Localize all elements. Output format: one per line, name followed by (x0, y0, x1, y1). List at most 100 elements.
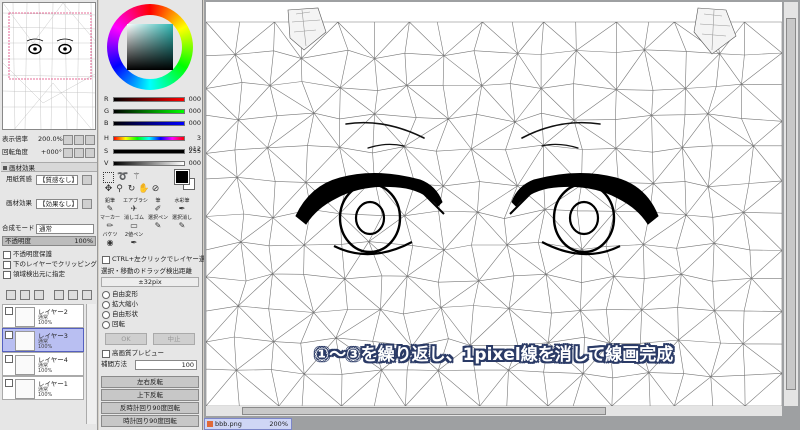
clip-lower-checkbox[interactable]: 下のレイヤーでクリッピング (2, 259, 97, 269)
rotate-row: 回転角度 +000° (2, 147, 62, 158)
rotate-value[interactable]: +000° (38, 147, 62, 158)
lasso-icon[interactable]: ➰ (117, 172, 128, 183)
tool-airbrush[interactable]: エアブラシ ✈ (123, 198, 148, 214)
transform-mode-radio[interactable]: 拡大縮小 (101, 299, 138, 309)
slider-value: 000 (188, 159, 201, 167)
left-panel: 表示倍率 200.0% 回転角度 +000° 画材効果 用紙質感 【質感なし】 … (0, 0, 98, 430)
layer-item[interactable]: レイヤー2 通常 100% (2, 304, 84, 328)
drag-threshold-value[interactable]: ±32pix (101, 277, 199, 287)
select-erase-icon: ✎ (178, 221, 186, 230)
slider-h[interactable]: H 3 012 (101, 133, 201, 153)
eye-icon[interactable] (5, 307, 13, 315)
move-icon[interactable]: ✥ (103, 184, 114, 195)
slider-v[interactable]: V 000 (101, 158, 201, 169)
canvas-horizontal-scrollbar[interactable] (206, 406, 782, 416)
paper-effect-header[interactable]: 画材効果 (1, 162, 97, 172)
hq-preview-checkbox[interactable]: 高画質プレビュー (101, 348, 164, 358)
texture-label: 用紙質感 (6, 175, 32, 183)
effect-select[interactable]: 【効果なし】 (36, 199, 78, 209)
scrollbar-thumb[interactable] (242, 407, 606, 415)
rotate-view-icon[interactable]: ↻ (126, 184, 137, 195)
eye-icon[interactable] (5, 331, 13, 339)
slider-s[interactable]: S 255 (101, 146, 201, 157)
transform-mode-radio[interactable]: 回転 (101, 319, 125, 329)
tool-bucket[interactable]: バケツ ◉ (102, 232, 117, 248)
tool-eraser[interactable]: 消しゴム ▭ (124, 215, 144, 231)
transform-mode-radio[interactable]: 自由変形 (101, 289, 138, 299)
slider-g[interactable]: G 000 (101, 106, 201, 117)
rect-select-icon[interactable] (103, 172, 114, 183)
delete-layer-icon[interactable] (82, 290, 92, 300)
zoom-in-button[interactable] (63, 135, 73, 145)
blend-mode-select[interactable]: 通常 (36, 224, 94, 234)
opacity-slider[interactable]: 不透明度 100% (2, 236, 96, 246)
flip-horizontal-button[interactable]: 左右反転 (101, 376, 199, 388)
select-source-checkbox[interactable]: 領域検出元に指定 (2, 269, 65, 279)
canvas-vertical-scrollbar[interactable] (784, 2, 798, 406)
protect-opacity-checkbox[interactable]: 不透明度保護 (2, 249, 52, 259)
select-pen-icon: ✎ (154, 221, 162, 230)
zoom-icon[interactable]: ⚲ (114, 184, 125, 195)
texture-settings-button[interactable] (82, 175, 92, 185)
rotate-reset-button[interactable] (85, 148, 95, 158)
layer-item[interactable]: レイヤー1 通常 100% (2, 376, 84, 400)
slider-track[interactable] (113, 109, 185, 114)
eye-icon[interactable] (5, 379, 13, 387)
drawing-canvas[interactable]: ①～③を繰り返し、1pixel線を消して線画完成 (206, 2, 782, 406)
hand-icon[interactable]: ✋ (138, 184, 149, 195)
slider-track[interactable] (113, 97, 185, 102)
ctrl-click-select-checkbox[interactable]: CTRL+左クリックでレイヤー選択 (101, 254, 212, 264)
new-linework-layer-icon[interactable] (20, 290, 30, 300)
slider-track[interactable] (113, 121, 185, 126)
tool-watercolor[interactable]: 水彩筆 ✒ (174, 198, 189, 214)
magic-wand-icon[interactable]: ⚚ (131, 172, 142, 183)
transform-mode-radio[interactable]: 自由形状 (101, 309, 138, 319)
layer-list-scrollbar[interactable] (86, 304, 96, 424)
layer-item-selected[interactable]: レイヤー3 通常 100% (2, 328, 84, 352)
zoom-out-button[interactable] (74, 135, 84, 145)
transform-cancel-button[interactable]: 中止 (153, 333, 195, 345)
document-zoom: 200% (269, 420, 288, 428)
primary-color-swatch[interactable] (174, 169, 190, 185)
bucket-icon: ◉ (106, 238, 114, 247)
slider-track[interactable] (113, 149, 185, 154)
zoom-reset-button[interactable] (85, 135, 95, 145)
navigator-thumbnail (3, 3, 95, 129)
effect-settings-button[interactable] (82, 199, 92, 209)
document-tab[interactable]: bbb.png 200% (204, 418, 292, 430)
eyedropper-icon[interactable]: ⊘ (150, 184, 161, 195)
layer-opacity: 100% (38, 344, 53, 350)
merge-down-icon[interactable] (68, 290, 78, 300)
navigator-preview[interactable] (2, 2, 96, 130)
tool-marker[interactable]: マーカー ✏ (100, 215, 120, 231)
rotate-ccw-button[interactable]: 反時計回り90度回転 (101, 402, 199, 414)
effect-label: 画材効果 (6, 199, 32, 207)
flip-vertical-button[interactable]: 上下反転 (101, 389, 199, 401)
new-folder-icon[interactable] (34, 290, 44, 300)
rotate-cw-button[interactable]: 時計回り90度回転 (101, 415, 199, 427)
layer-item[interactable]: レイヤー4 通常 100% (2, 352, 84, 376)
transfer-down-icon[interactable] (54, 290, 64, 300)
tool-binary-pen[interactable]: 2値ペン ✒ (125, 232, 143, 248)
slider-r[interactable]: R 000 (101, 94, 201, 105)
slider-b[interactable]: B 000 (101, 118, 201, 129)
new-layer-icon[interactable] (6, 290, 16, 300)
interp-select[interactable]: 100 (135, 360, 197, 370)
texture-select[interactable]: 【質感なし】 (36, 175, 78, 185)
slider-label: V (104, 159, 109, 167)
tool-pencil[interactable]: 鉛筆 ✎ (103, 198, 117, 214)
rotate-left-button[interactable] (63, 148, 73, 158)
slider-track[interactable] (113, 161, 185, 166)
rotate-right-button[interactable] (74, 148, 84, 158)
eye-icon[interactable] (5, 355, 13, 363)
zoom-row: 表示倍率 200.0% (2, 134, 63, 145)
saturation-value-square[interactable] (127, 24, 173, 70)
tool-select-pen[interactable]: 選択ペン ✎ (148, 215, 168, 231)
marker-icon: ✏ (106, 221, 114, 230)
tool-brush[interactable]: 筆 ✐ (151, 198, 165, 214)
tool-select-erase[interactable]: 選択消し ✎ (172, 215, 192, 231)
zoom-value[interactable]: 200.0% (38, 134, 63, 145)
scrollbar-thumb[interactable] (786, 18, 796, 390)
transform-ok-button[interactable]: OK (105, 333, 147, 345)
slider-track[interactable] (113, 136, 185, 141)
